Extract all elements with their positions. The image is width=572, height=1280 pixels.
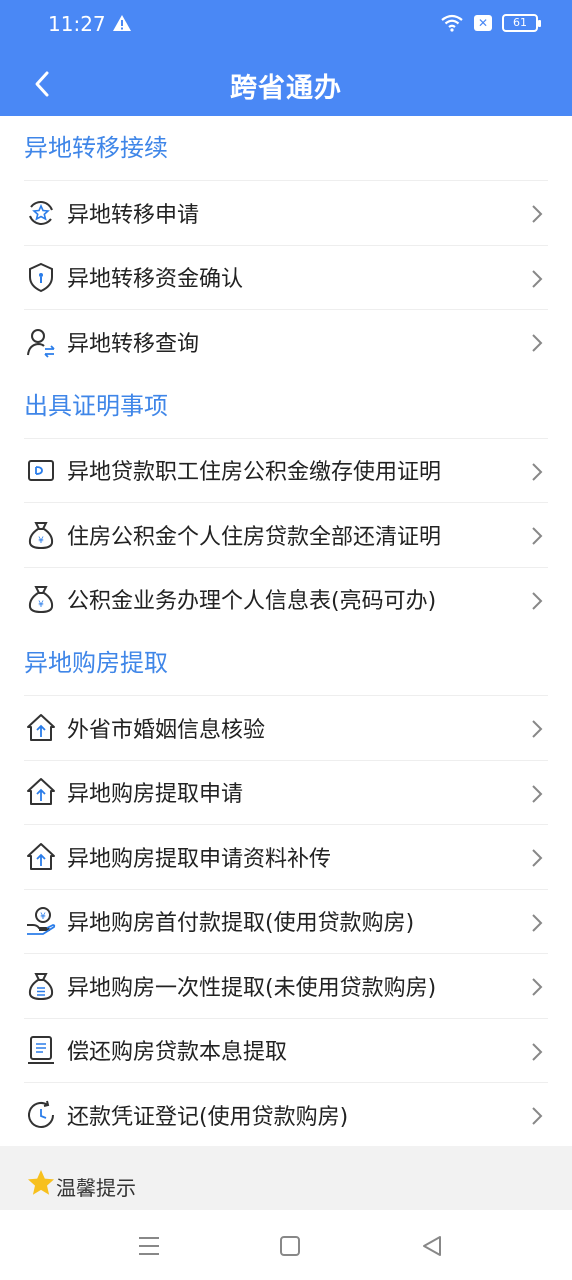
status-bar: 11:27 ✕ 61 xyxy=(0,0,572,50)
shield-confirm-icon xyxy=(29,263,53,293)
hand-coin-icon: ¥ xyxy=(27,907,56,936)
list-item-transfer-confirm[interactable]: 异地转移资金确认 xyxy=(24,244,548,310)
no-sim-icon: ✕ xyxy=(474,15,492,31)
card-icon xyxy=(28,460,54,482)
section-title-transfer: 异地转移接续 xyxy=(24,134,168,162)
chevron-right-icon xyxy=(532,913,543,932)
list-item-label: 异地购房一次性提取(未使用贷款购房) xyxy=(67,975,437,1001)
back-nav-icon[interactable] xyxy=(420,1234,444,1258)
list-item-marriage-verification[interactable]: 外省市婚姻信息核验 xyxy=(24,695,548,760)
list-item-transfer-apply[interactable]: 异地转移申请 xyxy=(24,180,548,245)
system-nav-bar xyxy=(0,1210,572,1280)
list-item-label: 还款凭证登记(使用贷款购房) xyxy=(67,1104,349,1130)
list-item-label: 公积金业务办理个人信息表(亮码可办) xyxy=(67,589,437,615)
chevron-right-icon xyxy=(532,591,543,610)
house-arrow-icon xyxy=(27,778,55,806)
list-bag-icon xyxy=(28,972,54,1000)
list-item-label: 异地转移申请 xyxy=(67,202,200,228)
list-item-label: 异地购房提取申请 xyxy=(67,782,244,808)
list-item-deposit-certificate[interactable]: 异地贷款职工住房公积金缴存使用证明 xyxy=(24,437,548,503)
money-bag-icon: ¥ xyxy=(28,586,54,614)
battery-indicator: 61 xyxy=(502,14,541,32)
star-icon xyxy=(28,1170,54,1195)
chevron-right-icon xyxy=(532,978,543,996)
list-item-withdrawal-supplement[interactable]: 异地购房提取申请资料补传 xyxy=(24,824,548,889)
list-item-personal-info-form[interactable]: ¥ 公积金业务办理个人信息表(亮码可办) xyxy=(24,566,548,632)
clock-icon xyxy=(28,1100,54,1128)
menu-icon[interactable] xyxy=(137,1234,161,1258)
status-time: 11:27 xyxy=(48,12,106,36)
list-item-label: 偿还购房贷款本息提取 xyxy=(67,1040,288,1066)
list-item-transfer-query[interactable]: 异地转移查询 xyxy=(24,309,548,374)
user-query-icon xyxy=(27,328,55,358)
chevron-right-icon xyxy=(532,784,543,803)
chevron-right-icon xyxy=(532,1042,543,1061)
house-arrow-icon xyxy=(27,842,55,870)
svg-text:¥: ¥ xyxy=(40,912,46,922)
house-arrow-icon xyxy=(27,713,55,741)
chevron-right-icon xyxy=(532,205,543,223)
list-item-label: 异地转移查询 xyxy=(67,331,200,357)
svg-text:¥: ¥ xyxy=(38,600,44,610)
tips-banner[interactable]: 温馨提示 xyxy=(0,1146,572,1210)
list-item-label: 异地购房首付款提取(使用贷款购房) xyxy=(67,911,415,937)
chevron-right-icon xyxy=(532,334,543,352)
wifi-icon xyxy=(441,14,463,32)
svg-text:¥: ¥ xyxy=(38,536,44,546)
list-item-label: 异地贷款职工住房公积金缴存使用证明 xyxy=(67,460,442,486)
list-item-loan-repayment-withdrawal[interactable]: 偿还购房贷款本息提取 xyxy=(24,1017,548,1083)
chevron-right-icon xyxy=(532,269,543,288)
list-item-repayment-voucher-registration[interactable]: 还款凭证登记(使用贷款购房) xyxy=(24,1082,548,1147)
home-icon[interactable] xyxy=(278,1234,302,1258)
list-item-loan-cleared-certificate[interactable]: ¥ 住房公积金个人住房贷款全部还清证明 xyxy=(24,502,548,567)
money-bag-icon: ¥ xyxy=(28,521,54,549)
register-icon xyxy=(28,1036,54,1065)
chevron-right-icon xyxy=(532,720,543,738)
list-item-label: 异地转移资金确认 xyxy=(67,267,244,293)
section-title-certificates: 出具证明事项 xyxy=(24,391,168,420)
list-item-down-payment-withdrawal[interactable]: ¥ 异地购房首付款提取(使用贷款购房) xyxy=(24,888,548,954)
chevron-right-icon xyxy=(532,527,543,545)
list-item-label: 异地购房提取申请资料补传 xyxy=(67,846,332,872)
list-item-label: 外省市婚姻信息核验 xyxy=(67,717,266,743)
header-bar: 跨省通办 xyxy=(0,50,572,116)
section-title-withdrawal: 异地购房提取 xyxy=(24,649,168,677)
page-title: 跨省通办 xyxy=(230,73,342,104)
list-item-withdrawal-apply[interactable]: 异地购房提取申请 xyxy=(24,759,548,825)
list-item-one-time-withdrawal[interactable]: 异地购房一次性提取(未使用贷款购房) xyxy=(24,953,548,1018)
transfer-apply-icon xyxy=(29,200,53,225)
chevron-right-icon xyxy=(532,849,543,867)
chevron-right-icon xyxy=(532,462,543,481)
tips-label: 温馨提示 xyxy=(56,1176,136,1200)
service-list: 异地转移接续 异地转移申请 异地转移资金确认 异地转移查询 出具证明事项 异地贷… xyxy=(0,116,572,1147)
list-item-label: 住房公积金个人住房贷款全部还清证明 xyxy=(67,524,442,550)
warning-icon xyxy=(113,15,131,31)
chevron-right-icon xyxy=(532,1107,543,1125)
